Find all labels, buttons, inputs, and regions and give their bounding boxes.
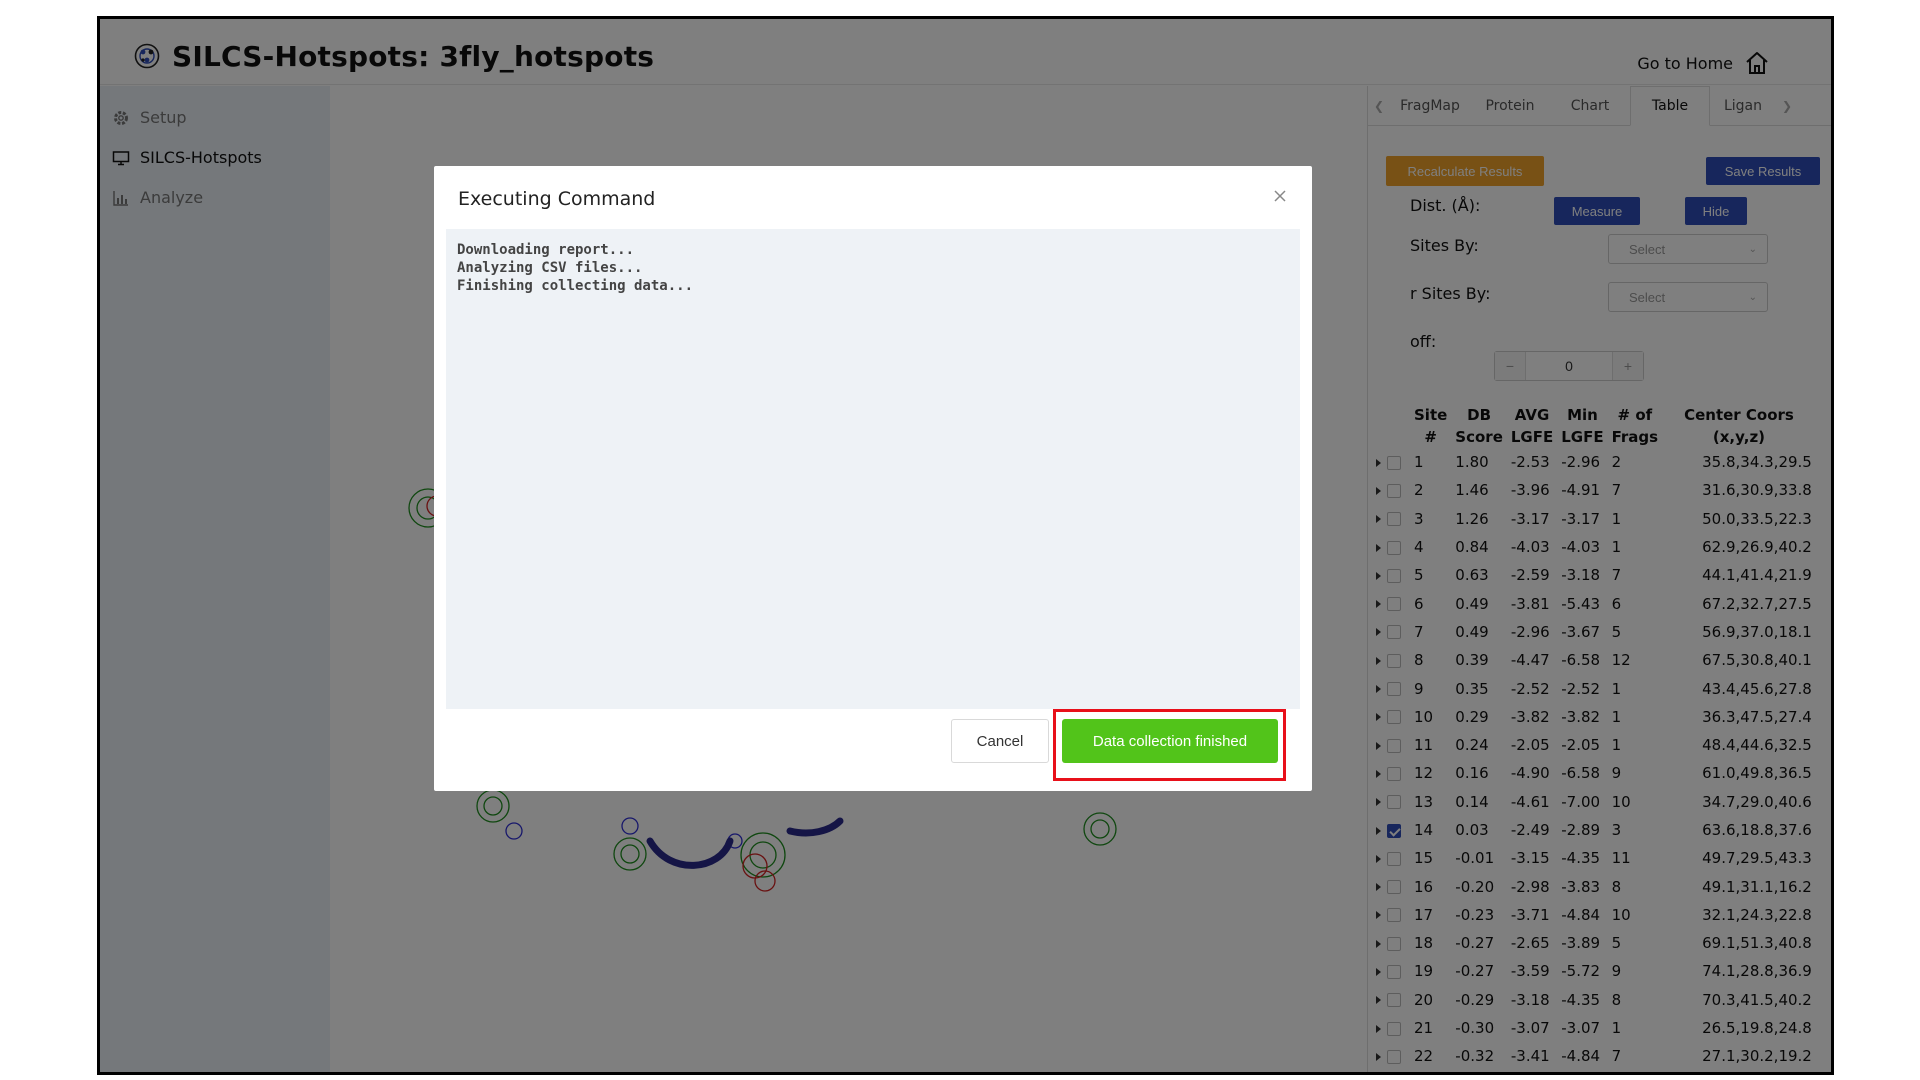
dialog-title: Executing Command [458, 188, 656, 210]
executing-command-dialog: Executing Command Downloading report... … [434, 166, 1312, 791]
cancel-button[interactable]: Cancel [951, 719, 1049, 763]
data-collection-finished-button[interactable]: Data collection finished [1062, 719, 1278, 763]
log-line: Analyzing CSV files... [457, 260, 643, 276]
close-icon[interactable] [1270, 186, 1290, 206]
log-line: Finishing collecting data... [457, 278, 694, 294]
command-output-log: Downloading report... Analyzing CSV file… [446, 229, 1300, 709]
log-line: Downloading report... [457, 242, 635, 258]
